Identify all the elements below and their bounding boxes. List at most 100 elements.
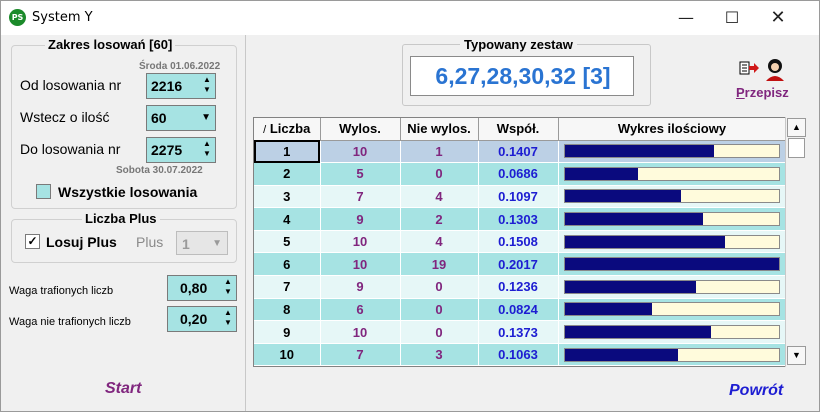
col-header-liczba[interactable]: / Liczba [254, 118, 321, 141]
minimize-icon[interactable]: — [663, 1, 709, 35]
numbers-table[interactable]: / Liczba Wylos. Nie wylos. Współ. Wykres… [253, 117, 806, 367]
typed-set-group: Typowany zestaw 6,27,28,30,32 [3] [402, 37, 651, 106]
cell-drawn: 10 [320, 230, 401, 254]
table-row[interactable]: 8 6 0 0.0824 [254, 298, 787, 322]
spinner-arrows-icon[interactable]: ▲ ▼ [222, 308, 234, 328]
left-panel: Zakres losowań [60] Środa 01.06.2022 Od … [1, 35, 245, 411]
cell-chart [558, 140, 787, 164]
cell-drawn: 7 [320, 185, 401, 209]
cell-not-drawn: 0 [400, 320, 479, 344]
all-draws-label: Wszystkie losowania [58, 184, 198, 200]
cell-drawn: 7 [320, 343, 401, 366]
table-row[interactable]: 7 9 0 0.1236 [254, 275, 787, 299]
bar-track [564, 302, 780, 317]
title-bar: PS System Y — ☐ ✕ [1, 1, 819, 35]
table-row[interactable]: 4 9 2 0.1303 [254, 207, 787, 231]
scroll-down-icon[interactable]: ▼ [787, 346, 806, 365]
cell-not-drawn: 19 [400, 252, 479, 277]
table-row[interactable]: 6 10 19 0.2017 [254, 252, 787, 277]
przepisz-link[interactable]: Przepisz [736, 85, 789, 100]
vertical-scrollbar[interactable]: ▲ ▼ [785, 117, 806, 367]
scroll-up-icon[interactable]: ▲ [787, 118, 806, 137]
plus-value: 1 [182, 236, 190, 252]
hit-weight-spinner[interactable]: 0,80 ▲ ▼ [167, 275, 237, 301]
cell-not-drawn: 4 [400, 230, 479, 254]
start-button[interactable]: Start [105, 380, 141, 398]
plus-label: Plus [136, 234, 164, 250]
table-row[interactable]: 3 7 4 0.1097 [254, 185, 787, 209]
from-draw-label: Od losowania nr [20, 77, 122, 93]
cell-not-drawn: 4 [400, 185, 479, 209]
cell-coefficient: 0.0686 [478, 162, 559, 186]
to-draw-spinner[interactable]: 2275 ▲ ▼ [146, 137, 216, 163]
table-row[interactable]: 5 10 4 0.1508 [254, 230, 787, 254]
cell-coefficient: 0.0824 [478, 298, 559, 322]
bar-track [564, 166, 780, 181]
cell-not-drawn: 0 [400, 298, 479, 322]
cell-coefficient: 0.1303 [478, 207, 559, 231]
bar-fill [565, 303, 652, 316]
miss-weight-label: Waga nie trafionych liczb [9, 316, 131, 328]
chevron-down-icon: ▼ [212, 238, 222, 249]
cell-number: 1 [254, 140, 321, 164]
cell-number: 4 [254, 207, 321, 231]
to-draw-label: Do losowania nr [20, 141, 121, 157]
cell-number: 6 [254, 252, 321, 277]
to-draw-value: 2275 [151, 142, 183, 158]
back-button[interactable]: Powrót [729, 382, 783, 400]
back-count-label: Wstecz o ilość [20, 109, 110, 125]
cell-drawn: 10 [320, 140, 401, 164]
table-row[interactable]: 9 10 0 0.1373 [254, 320, 787, 344]
typed-set-box: 6,27,28,30,32 [3] [410, 56, 634, 96]
col-header-nie-wylos[interactable]: Nie wylos. [400, 118, 479, 141]
bar-track [564, 189, 780, 204]
scroll-thumb[interactable] [788, 138, 805, 158]
cell-chart [558, 185, 787, 209]
cell-number: 8 [254, 298, 321, 322]
table-row[interactable]: 2 5 0 0.0686 [254, 162, 787, 186]
col-header-liczba-label: Liczba [269, 121, 311, 137]
bar-fill [565, 167, 638, 180]
cell-drawn: 9 [320, 275, 401, 299]
cell-chart [558, 343, 787, 366]
from-draw-spinner[interactable]: 2216 ▲ ▼ [146, 73, 216, 99]
cell-chart [558, 230, 787, 254]
col-header-wspol[interactable]: Współ. [478, 118, 559, 141]
col-header-chart[interactable]: Wykres ilościowy [558, 118, 787, 141]
numbers-table-body: / Liczba Wylos. Nie wylos. Współ. Wykres… [254, 118, 787, 366]
chevron-down-icon[interactable]: ▼ [201, 112, 211, 123]
spinner-arrows-icon[interactable]: ▲ ▼ [201, 139, 213, 159]
cell-drawn: 10 [320, 252, 401, 277]
bar-track [564, 279, 780, 294]
back-count-combo[interactable]: 60 ▼ [146, 105, 216, 131]
plus-combo[interactable]: 1 ▼ [176, 231, 228, 255]
draw-plus-checkbox[interactable]: ✓ [25, 234, 40, 249]
cell-coefficient: 0.2017 [478, 252, 559, 277]
miss-weight-spinner[interactable]: 0,20 ▲ ▼ [167, 306, 237, 332]
from-date-note: Środa 01.06.2022 [139, 61, 221, 72]
cell-not-drawn: 0 [400, 162, 479, 186]
przepisz-button[interactable] [737, 57, 797, 83]
to-date-note: Sobota 30.07.2022 [116, 165, 203, 176]
col-header-wylos[interactable]: Wylos. [320, 118, 401, 141]
spinner-arrows-icon[interactable]: ▲ ▼ [222, 277, 234, 297]
table-row[interactable]: 10 7 3 0.1063 [254, 343, 787, 366]
cell-chart [558, 320, 787, 344]
maximize-icon[interactable]: ☐ [709, 1, 755, 35]
bar-fill [565, 213, 703, 226]
app-logo-icon: PS [9, 9, 26, 26]
table-row[interactable]: 1 10 1 0.1407 [254, 140, 787, 164]
bar-track [564, 325, 780, 340]
spinner-arrows-icon[interactable]: ▲ ▼ [201, 75, 213, 95]
cell-coefficient: 0.1407 [478, 140, 559, 164]
close-icon[interactable]: ✕ [755, 1, 801, 35]
cell-chart [558, 252, 787, 277]
range-legend: Zakres losowań [60] [45, 37, 176, 52]
cell-drawn: 6 [320, 298, 401, 322]
sort-marker: / [263, 124, 267, 137]
all-draws-checkbox[interactable] [36, 184, 51, 199]
copy-arrow-icon [739, 59, 784, 81]
cell-drawn: 5 [320, 162, 401, 186]
bar-track [564, 234, 780, 249]
cell-drawn: 10 [320, 320, 401, 344]
